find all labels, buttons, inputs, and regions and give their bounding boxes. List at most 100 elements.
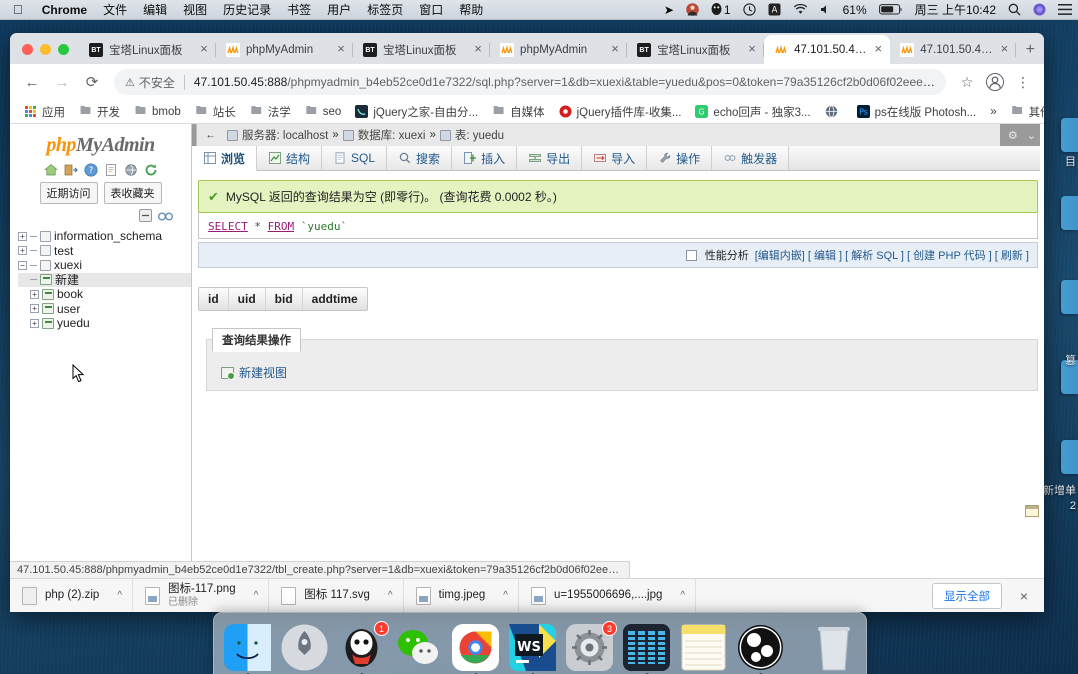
menu-item-view[interactable]: 视图 bbox=[175, 1, 215, 18]
forward-button[interactable]: → bbox=[48, 68, 76, 96]
chevron-up-icon[interactable]: ^ bbox=[117, 590, 122, 601]
bookmark-jquery-plugins[interactable]: jQuery插件库-收集... bbox=[552, 104, 689, 120]
menu-item-bookmarks[interactable]: 书签 bbox=[279, 1, 319, 18]
dock-item-wechat[interactable] bbox=[395, 624, 442, 671]
apple-icon[interactable]:  bbox=[0, 2, 34, 17]
desktop-side-widget[interactable] bbox=[1061, 280, 1078, 314]
expand-icon[interactable]: + bbox=[18, 231, 27, 241]
dock-item-notes[interactable] bbox=[680, 624, 727, 671]
tab-close-icon[interactable]: × bbox=[196, 42, 212, 58]
bookmark-folder-media[interactable]: 🖿 自媒体 bbox=[485, 104, 552, 120]
dock-item-activity-monitor[interactable] bbox=[623, 624, 670, 674]
send-icon[interactable]: ➤ bbox=[658, 3, 680, 17]
bookmark-ps-online[interactable]: Ps ps在线版 Photosh... bbox=[850, 104, 984, 120]
tab-import[interactable]: 导入 bbox=[582, 146, 648, 170]
explain-sql-link[interactable]: [ 解析 SQL ] bbox=[845, 247, 904, 263]
bookmark-apps[interactable]: 应用 bbox=[17, 104, 72, 120]
browser-tab[interactable]: 47.101.50.45:888 × bbox=[890, 36, 1017, 64]
menu-item-help[interactable]: 帮助 bbox=[451, 1, 491, 18]
page-scrollbar[interactable] bbox=[1040, 124, 1044, 579]
tab-operations[interactable]: 操作 bbox=[647, 146, 713, 170]
tab-close-icon[interactable]: × bbox=[870, 41, 886, 58]
create-view-button[interactable]: 新建视图 bbox=[221, 364, 287, 381]
time-machine-icon[interactable] bbox=[737, 3, 762, 16]
desktop-side-widget[interactable] bbox=[1061, 196, 1078, 230]
home-icon[interactable] bbox=[43, 162, 58, 177]
chevron-up-icon[interactable]: ^ bbox=[503, 590, 508, 601]
gear-icon[interactable]: ⚙ bbox=[1008, 129, 1018, 142]
user-avatar-icon[interactable] bbox=[680, 3, 705, 16]
browser-tab-active[interactable]: 47.101.50.45:888 × bbox=[764, 35, 891, 64]
dock-item-system-preferences[interactable]: 3 bbox=[566, 621, 617, 671]
edit-inline-link[interactable]: [编辑内嵌] bbox=[755, 247, 805, 263]
browser-tab[interactable]: phpMyAdmin × bbox=[490, 36, 628, 64]
tab-browse[interactable]: 浏览 bbox=[192, 146, 258, 171]
tree-item-yuedu[interactable]: + yuedu bbox=[18, 316, 191, 331]
sql-query-text[interactable]: SELECT * FROM `yuedu` bbox=[208, 220, 1028, 233]
tab-triggers[interactable]: 触发器 bbox=[712, 146, 790, 170]
desktop-side-widget[interactable] bbox=[1061, 440, 1078, 474]
bookmarks-overflow-button[interactable]: » bbox=[983, 106, 1003, 118]
bookmark-folder-bmob[interactable]: 🖿 bmob bbox=[127, 105, 188, 118]
favorite-tables-button[interactable]: 表收藏夹 bbox=[103, 182, 162, 204]
tree-item-user[interactable]: + user bbox=[18, 302, 191, 317]
profile-avatar-icon[interactable] bbox=[982, 69, 1008, 95]
security-indicator[interactable]: ⚠ 不安全 bbox=[125, 74, 175, 91]
create-php-code-link[interactable]: [ 创建 PHP 代码 ] bbox=[907, 247, 992, 263]
browser-tab[interactable]: BT 宝塔Linux面板 × bbox=[627, 36, 765, 64]
browser-tab[interactable]: BT 宝塔Linux面板 × bbox=[353, 36, 491, 64]
tab-insert[interactable]: 插入 bbox=[452, 146, 518, 170]
minimized-console-icon[interactable] bbox=[1025, 505, 1039, 517]
control-center-icon[interactable] bbox=[1052, 4, 1078, 15]
bookmark-echo[interactable]: G echo回声 - 独家3... bbox=[688, 104, 817, 120]
sql-docs-icon[interactable] bbox=[103, 162, 118, 177]
breadcrumb-database[interactable]: 数据库: xuexi bbox=[358, 127, 426, 143]
dock-item-chrome[interactable] bbox=[452, 624, 499, 674]
dock-item-qq[interactable]: 1 bbox=[338, 621, 389, 674]
back-button[interactable]: ← bbox=[18, 68, 46, 96]
tab-close-icon[interactable]: × bbox=[333, 42, 349, 58]
bookmark-jquery-site[interactable]: jQuery之家-自由分... bbox=[348, 104, 485, 120]
maximize-window-button[interactable] bbox=[58, 44, 69, 55]
expand-icon[interactable]: + bbox=[30, 289, 39, 299]
tree-item-book[interactable]: + book bbox=[18, 287, 191, 302]
tab-sql[interactable]: SQL bbox=[322, 146, 388, 170]
column-header-addtime[interactable]: addtime bbox=[303, 288, 367, 310]
chevron-up-icon[interactable]: ^ bbox=[388, 590, 393, 601]
menu-item-tab[interactable]: 标签页 bbox=[359, 1, 411, 18]
bookmark-star-icon[interactable]: ☆ bbox=[954, 69, 980, 95]
browser-tab[interactable]: phpMyAdmin × bbox=[216, 36, 354, 64]
tree-item-new-table[interactable]: 新建 bbox=[18, 272, 191, 287]
address-bar[interactable]: ⚠ 不安全 47.101.50.45:888/phpmyadmin_b4eb52… bbox=[114, 69, 946, 95]
collapse-icon[interactable]: ⌄ bbox=[1027, 129, 1036, 142]
tab-close-icon[interactable]: × bbox=[607, 42, 623, 58]
column-header-id[interactable]: id bbox=[199, 288, 229, 310]
minimize-window-button[interactable] bbox=[40, 44, 51, 55]
menu-item-profiles[interactable]: 用户 bbox=[319, 1, 359, 18]
collapse-all-icon[interactable] bbox=[139, 209, 152, 225]
tree-item-information-schema[interactable]: + information_schema bbox=[18, 229, 191, 244]
download-item[interactable]: timg.jpeg ^ bbox=[404, 578, 519, 612]
tab-search[interactable]: 搜索 bbox=[387, 146, 453, 170]
spotlight-search-icon[interactable] bbox=[1002, 3, 1027, 16]
menu-item-window[interactable]: 窗口 bbox=[411, 1, 451, 18]
input-source-icon[interactable]: A bbox=[762, 3, 787, 16]
siri-icon[interactable] bbox=[1027, 3, 1052, 16]
dock-item-webstorm[interactable]: WS bbox=[509, 624, 556, 674]
chevron-up-icon[interactable]: ^ bbox=[254, 590, 259, 601]
reload-button[interactable]: ⟳ bbox=[78, 68, 106, 96]
download-item[interactable]: 图标 117.svg ^ bbox=[269, 578, 404, 612]
show-all-downloads-button[interactable]: 显示全部 bbox=[932, 582, 1002, 609]
expand-icon[interactable]: + bbox=[30, 318, 39, 328]
close-shelf-button[interactable]: × bbox=[1012, 588, 1036, 604]
expand-icon[interactable]: + bbox=[18, 246, 27, 256]
dock-item-trash[interactable] bbox=[812, 624, 856, 671]
profiling-checkbox[interactable] bbox=[685, 249, 697, 261]
breadcrumb-table[interactable]: 表: yuedu bbox=[455, 127, 504, 143]
menu-item-file[interactable]: 文件 bbox=[95, 1, 135, 18]
dock-item-obs[interactable] bbox=[737, 624, 784, 674]
other-bookmarks-button[interactable]: 🖿 其他书签 bbox=[1004, 104, 1044, 120]
docs-icon[interactable]: ? bbox=[83, 162, 98, 177]
recent-tables-button[interactable]: 近期访问 bbox=[39, 182, 98, 204]
dock-item-finder[interactable] bbox=[224, 624, 271, 674]
